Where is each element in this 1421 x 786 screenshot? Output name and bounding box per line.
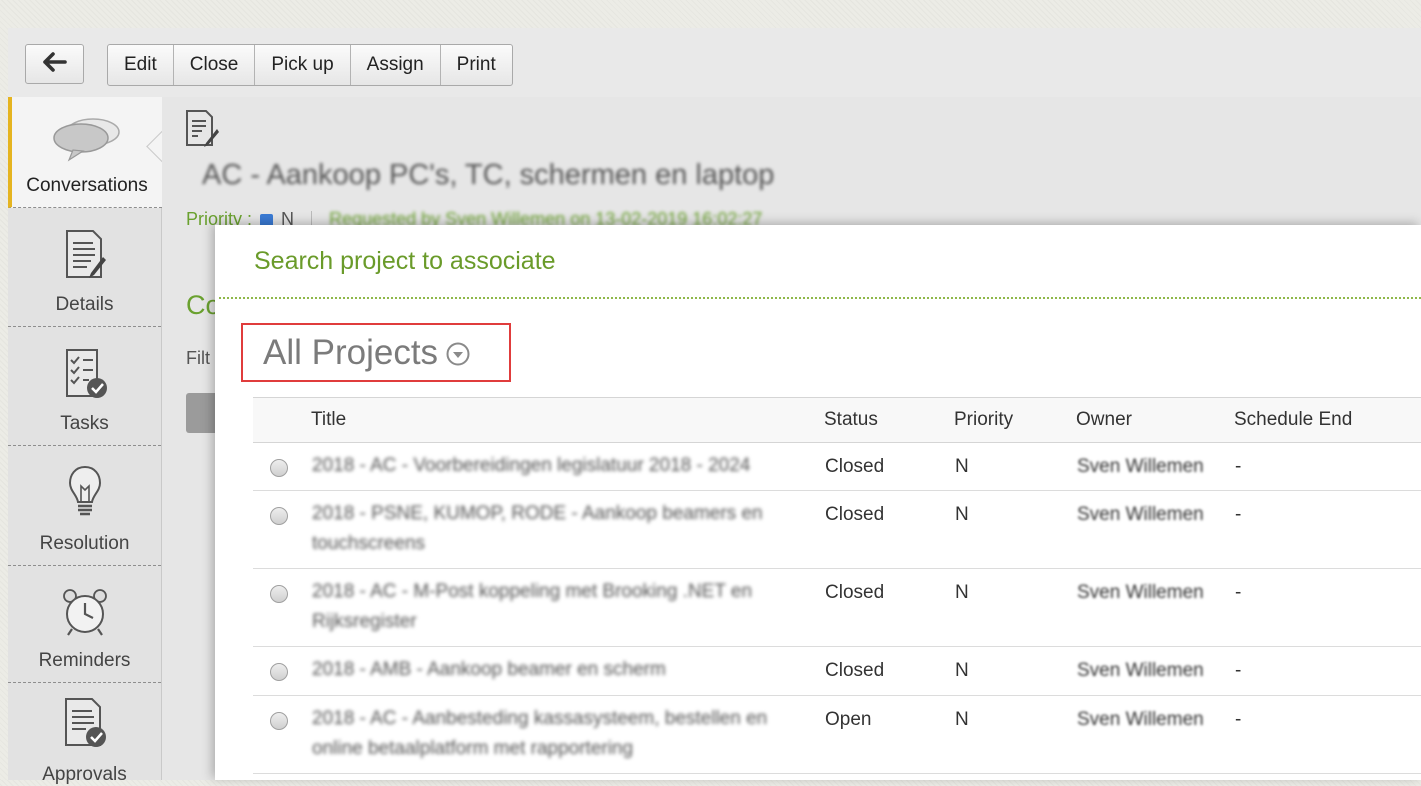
sidebar-item-label: Resolution xyxy=(39,533,130,554)
row-owner: Sven Willemen xyxy=(1077,709,1204,730)
row-schedule-end: - xyxy=(1234,646,1421,696)
sidebar-item-label: Approvals xyxy=(42,764,127,785)
row-status: Closed xyxy=(824,442,954,491)
row-title: 2018 - AC - Aanbesteding kassasysteem, b… xyxy=(312,708,768,759)
row-select-radio[interactable] xyxy=(270,459,288,477)
edit-button[interactable]: Edit xyxy=(108,45,174,85)
table-header-row: Title Status Priority Owner Schedule End xyxy=(253,397,1421,443)
sidebar-item-details[interactable]: Details xyxy=(8,208,161,327)
row-priority: N xyxy=(954,695,1076,774)
column-header-owner[interactable]: Owner xyxy=(1076,397,1234,443)
document-edit-icon xyxy=(63,229,107,286)
table-row[interactable]: 2018 - AC - Aanbesteding kassasysteem, b… xyxy=(253,695,1421,774)
sidebar-item-conversations[interactable]: Conversations xyxy=(8,97,162,208)
row-priority: N xyxy=(954,490,1076,569)
sidebar-item-label: Details xyxy=(55,294,114,315)
dialog-divider xyxy=(219,297,1421,299)
project-filter-label: All Projects xyxy=(263,332,439,372)
row-status: Open xyxy=(824,695,954,774)
ticket-document-icon xyxy=(184,109,220,154)
action-button-group: Edit Close Pick up Assign Print xyxy=(107,44,513,86)
sidebar-item-label: Tasks xyxy=(60,413,109,434)
sidebar-item-tasks[interactable]: Tasks xyxy=(8,327,161,446)
chevron-down-icon xyxy=(446,342,470,371)
table-row[interactable]: 2018 - PSNE, KUMOP, RODE - Aankoop beame… xyxy=(253,490,1421,569)
row-owner: Sven Willemen xyxy=(1077,660,1204,681)
row-owner: Sven Willemen xyxy=(1077,456,1204,477)
row-title: 2018 - AC - M-Post koppeling met Brookin… xyxy=(312,581,753,632)
row-select-radio[interactable] xyxy=(270,712,288,730)
table-row[interactable]: 2018 - AC - M-Post koppeling met Brookin… xyxy=(253,568,1421,647)
pick-up-button[interactable]: Pick up xyxy=(255,45,351,85)
row-select-radio[interactable] xyxy=(270,585,288,603)
column-header-schedule-end[interactable]: Schedule End xyxy=(1234,397,1421,443)
chat-bubbles-icon xyxy=(51,116,123,167)
row-status: Closed xyxy=(824,490,954,569)
column-header-priority[interactable]: Priority xyxy=(954,397,1076,443)
dialog-title: Search project to associate xyxy=(254,247,556,275)
row-priority: N xyxy=(954,568,1076,647)
sidebar-item-reminders[interactable]: Reminders xyxy=(8,566,161,683)
approval-document-icon xyxy=(62,697,108,754)
row-priority: N xyxy=(954,646,1076,696)
filter-label: Filt xyxy=(186,348,210,368)
sidebar: Conversations Details Tasks Resolution R… xyxy=(8,97,162,785)
toolbar: Edit Close Pick up Assign Print xyxy=(8,28,1421,98)
table-row[interactable]: 2018 - AMB - Aankoop beamer en scherm Cl… xyxy=(253,646,1421,696)
row-title: 2018 - AC - Voorbereidingen legislatuur … xyxy=(312,455,751,476)
arrow-left-icon xyxy=(42,51,68,77)
sidebar-item-resolution[interactable]: Resolution xyxy=(8,446,161,566)
close-button[interactable]: Close xyxy=(174,45,256,85)
column-header-title[interactable]: Title xyxy=(311,397,824,443)
checklist-icon xyxy=(63,348,107,405)
column-header-status[interactable]: Status xyxy=(824,397,954,443)
row-status: Closed xyxy=(824,568,954,647)
row-select-radio[interactable] xyxy=(270,507,288,525)
row-schedule-end: - xyxy=(1234,442,1421,491)
row-schedule-end: - xyxy=(1234,568,1421,647)
projects-table: Title Status Priority Owner Schedule End… xyxy=(253,397,1421,774)
row-schedule-end: - xyxy=(1234,490,1421,569)
row-title: 2018 - PSNE, KUMOP, RODE - Aankoop beame… xyxy=(312,503,763,554)
project-filter-dropdown[interactable]: All Projects xyxy=(241,323,511,382)
search-project-dialog: Search project to associate All Projects… xyxy=(215,225,1421,780)
alarm-clock-icon xyxy=(60,587,110,642)
row-select-radio[interactable] xyxy=(270,663,288,681)
lightbulb-icon xyxy=(67,464,103,525)
sidebar-item-label: Reminders xyxy=(38,650,131,671)
row-status: Closed xyxy=(824,646,954,696)
row-owner: Sven Willemen xyxy=(1077,504,1204,525)
row-owner: Sven Willemen xyxy=(1077,582,1204,603)
select-column-header xyxy=(253,397,311,443)
row-schedule-end: - xyxy=(1234,695,1421,774)
row-priority: N xyxy=(954,442,1076,491)
sidebar-item-label: Conversations xyxy=(26,175,148,196)
row-title: 2018 - AMB - Aankoop beamer en scherm xyxy=(312,659,666,680)
ticket-title: AC - Aankoop PC's, TC, schermen en lapto… xyxy=(202,159,775,191)
back-button[interactable] xyxy=(25,44,84,84)
print-button[interactable]: Print xyxy=(441,45,512,85)
table-row[interactable]: 2018 - AC - Voorbereidingen legislatuur … xyxy=(253,442,1421,491)
assign-button[interactable]: Assign xyxy=(351,45,441,85)
sidebar-item-approvals[interactable]: Approvals xyxy=(8,683,161,786)
